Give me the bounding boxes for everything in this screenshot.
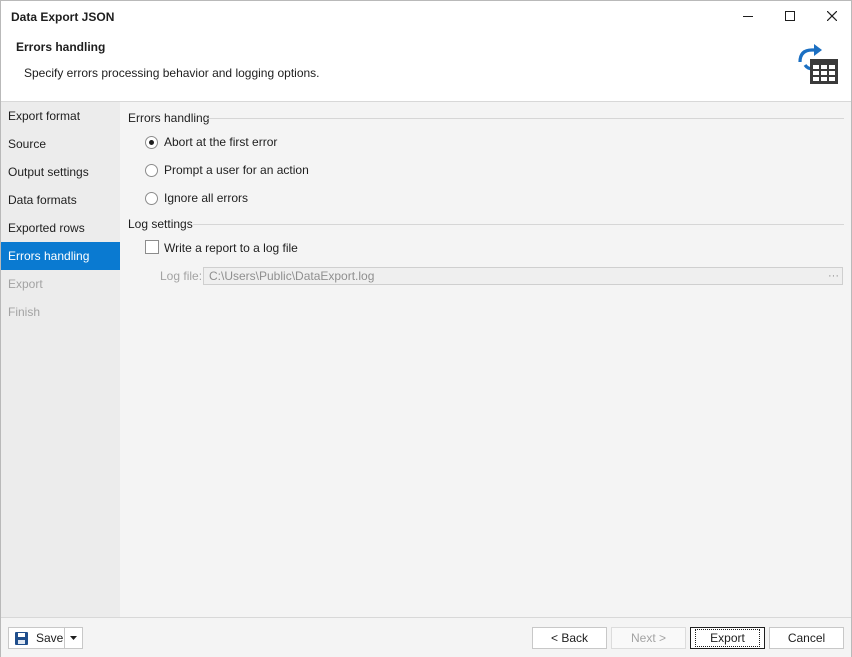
nav-item-export: Export — [8, 277, 43, 291]
wizard-nav: Export format Source Output settings Dat… — [1, 102, 120, 617]
radio-button[interactable] — [145, 163, 158, 177]
wizard-header: Errors handling Specify errors processin… — [1, 31, 851, 102]
save-button[interactable]: Save — [9, 628, 66, 648]
write-report-checkbox[interactable] — [145, 240, 159, 254]
log-file-input: C:\Users\Public\DataExport.log ··· — [203, 267, 843, 285]
save-label: Save — [36, 631, 64, 645]
chevron-down-icon — [70, 636, 78, 640]
maximize-icon — [785, 11, 795, 21]
nav-item-data-formats[interactable]: Data formats — [1, 186, 120, 214]
back-button[interactable]: < Back — [532, 627, 607, 649]
export-table-icon — [798, 44, 838, 84]
page-title: Errors handling — [16, 40, 106, 54]
minimize-button[interactable] — [727, 1, 769, 31]
back-label: < Back — [550, 631, 589, 645]
export-wizard-window: Data Export JSON Errors handling Specify… — [0, 0, 852, 657]
radio-ignore-all-errors[interactable]: Ignore all errors — [145, 189, 248, 207]
floppy-disk-icon — [15, 631, 28, 645]
nav-item-finish: Finish — [8, 305, 41, 319]
log-group-label: Log settings — [128, 217, 193, 231]
browse-button: ··· — [828, 270, 839, 282]
nav-item-errors-handling[interactable]: Errors handling — [1, 242, 120, 270]
radio-button[interactable] — [145, 135, 158, 149]
errors-group-label: Errors handling — [128, 111, 210, 125]
window-title: Data Export JSON — [11, 10, 115, 24]
next-label: Next > — [630, 631, 666, 645]
wizard-footer: Save < Back Next > Export Cancel — [1, 617, 851, 657]
next-button: Next > — [611, 627, 686, 649]
write-report-label: Write a report to a log file — [164, 241, 298, 255]
log-group-divider — [193, 224, 844, 225]
radio-abort-first-error[interactable]: Abort at the first error — [145, 133, 277, 151]
export-label: Export — [695, 629, 760, 647]
title-bar: Data Export JSON — [1, 1, 851, 31]
close-button[interactable] — [811, 1, 852, 31]
minimize-icon — [743, 16, 753, 17]
nav-item-output-settings[interactable]: Output settings — [1, 158, 120, 186]
nav-item-export-format[interactable]: Export format — [1, 102, 120, 130]
nav-item-exported-rows[interactable]: Exported rows — [1, 214, 120, 242]
log-file-label: Log file: — [160, 269, 203, 283]
cancel-button[interactable]: Cancel — [769, 627, 844, 649]
radio-label: Ignore all errors — [164, 191, 249, 205]
nav-item-source[interactable]: Source — [1, 130, 120, 158]
save-dropdown-button[interactable] — [65, 628, 82, 648]
cancel-label: Cancel — [787, 631, 826, 645]
errors-group-divider — [206, 118, 844, 119]
radio-prompt-user[interactable]: Prompt a user for an action — [145, 161, 309, 179]
wizard-content: Errors handling Abort at the first error… — [121, 102, 851, 617]
close-icon — [827, 11, 837, 21]
page-subtitle: Specify errors processing behavior and l… — [24, 66, 320, 80]
radio-label: Abort at the first error — [164, 135, 278, 149]
save-split-button[interactable]: Save — [8, 627, 83, 649]
log-file-value: C:\Users\Public\DataExport.log — [209, 269, 375, 283]
radio-button[interactable] — [145, 191, 158, 205]
radio-label: Prompt a user for an action — [164, 163, 309, 177]
maximize-button[interactable] — [769, 1, 811, 31]
export-button[interactable]: Export — [690, 627, 765, 649]
